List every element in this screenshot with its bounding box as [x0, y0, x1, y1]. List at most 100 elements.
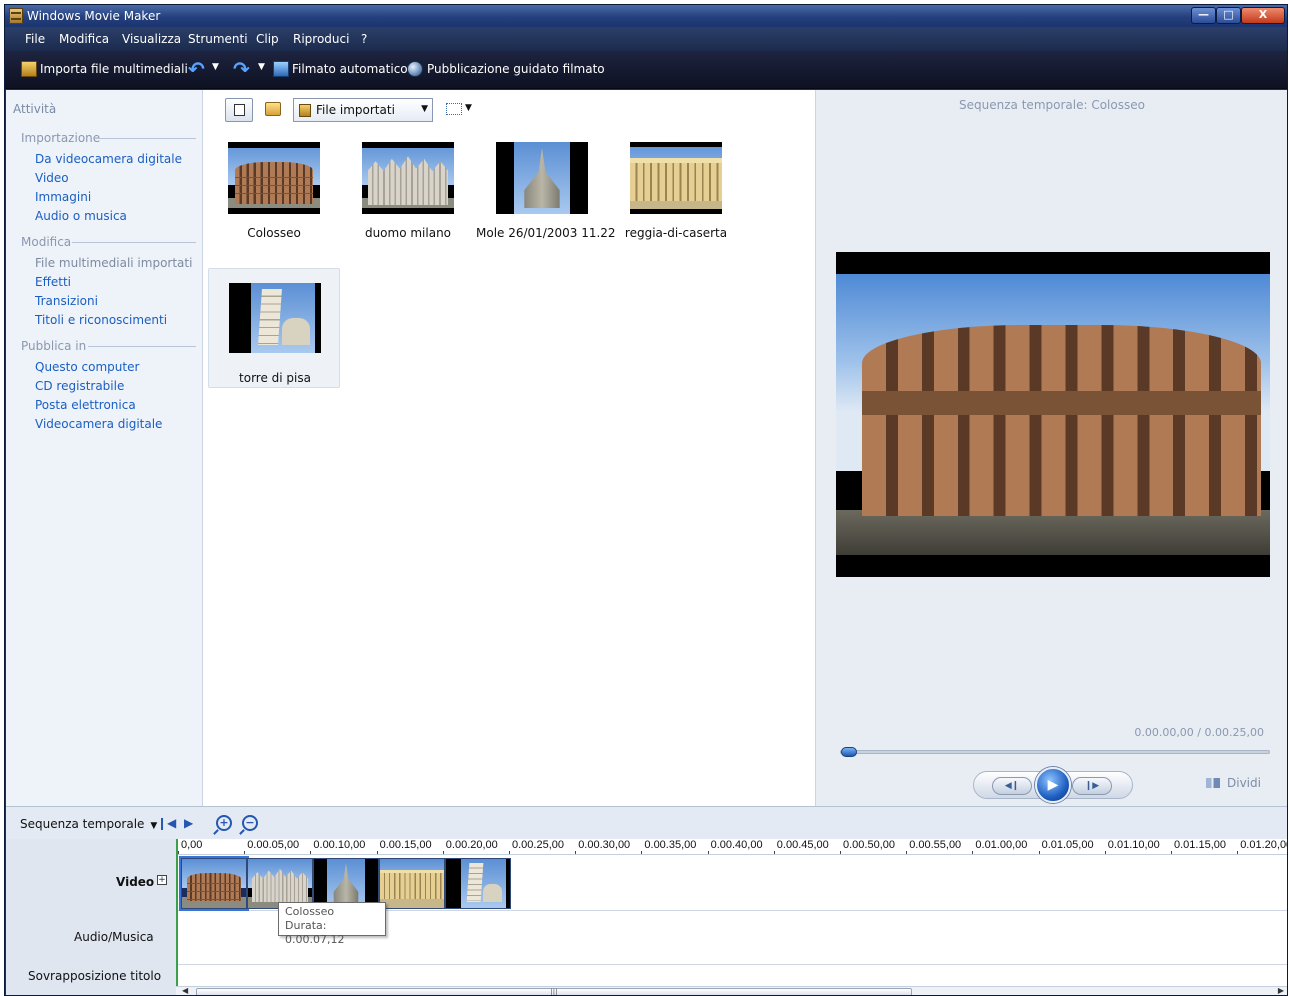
import-media-button[interactable]: Importa file multimediali — [40, 62, 188, 76]
menu-visualizza[interactable]: Visualizza — [122, 32, 181, 46]
playback-controls: ◀❙ ▶ ❙▶ — [973, 767, 1133, 803]
preview-title: Sequenza temporale: Colosseo — [959, 98, 1145, 112]
thumbnail-reggia-di-caserta — [630, 142, 722, 214]
seek-bar[interactable] — [840, 747, 1270, 757]
zoom-in-icon[interactable]: + — [216, 815, 232, 831]
ruler-tick-label: 0.00.45,00 — [773, 839, 829, 854]
preview-time-readout: 0.00.00,00 / 0.00.25,00 — [1134, 726, 1264, 739]
scroll-left-icon[interactable]: ◀ — [182, 986, 188, 995]
section-divider — [96, 138, 196, 139]
split-button[interactable]: Dividi — [1206, 776, 1261, 790]
menu-modifica[interactable]: Modifica — [59, 32, 109, 46]
task-transitions[interactable]: Transizioni — [35, 294, 98, 308]
redo-dropdown-icon[interactable]: ▼ — [258, 62, 265, 72]
ruler-tick-label: 0,00 — [178, 839, 203, 854]
preview-monitor-pane: Sequenza temporale: Colosseo 0.00.00,00 … — [815, 90, 1287, 806]
play-timeline-icon[interactable]: ▶ — [184, 816, 193, 830]
title-overlay-track[interactable] — [178, 966, 1287, 986]
task-publish-cd[interactable]: CD registrabile — [35, 379, 124, 393]
ruler-tick-label: 0.00.50,00 — [840, 839, 895, 854]
menu-help[interactable]: ? — [361, 32, 367, 46]
maximize-button[interactable]: □ — [1216, 7, 1241, 24]
automovie-button[interactable]: Filmato automatico — [292, 62, 408, 76]
menu-clip[interactable]: Clip — [256, 32, 279, 46]
split-icon — [1206, 778, 1220, 788]
task-publish-computer[interactable]: Questo computer — [35, 360, 139, 374]
collection-selector-value: File importati — [316, 103, 395, 117]
task-effects[interactable]: Effetti — [35, 275, 71, 289]
ruler-tick-label: 0.01.15,00 — [1171, 839, 1226, 854]
media-item-duomo-milano[interactable]: duomo milano — [342, 136, 474, 256]
collection-selector[interactable]: File importati ▼ — [293, 98, 433, 122]
view-options-icon[interactable] — [446, 103, 462, 115]
previous-frame-button[interactable]: ◀❙ — [992, 777, 1032, 795]
play-button[interactable]: ▶ — [1035, 767, 1071, 803]
clip-tooltip: Colosseo Durata: 0.00.07,12 — [278, 902, 386, 946]
timeline-clip-reggia-di-caserta[interactable] — [379, 858, 445, 909]
timeline-clip-torre-di-pisa[interactable] — [445, 858, 511, 909]
media-item-torre-di-pisa[interactable]: torre di pisa — [208, 268, 340, 388]
expand-track-icon[interactable]: + — [157, 875, 167, 885]
media-item-label: duomo milano — [364, 226, 452, 240]
menu-riproduci[interactable]: Riproduci — [293, 32, 349, 46]
section-import-label: Importazione — [21, 131, 101, 145]
ruler-tick-label: 0.00.05,00 — [244, 839, 300, 854]
menu-file[interactable]: File — [25, 32, 45, 46]
preview-screen[interactable] — [836, 252, 1270, 577]
scroll-right-icon[interactable]: ▶ — [1278, 986, 1284, 995]
task-pane-title: Attività — [13, 102, 57, 116]
timeline-clip-colosseo[interactable] — [179, 856, 249, 911]
preview-image — [836, 274, 1270, 555]
panel-icon — [234, 104, 245, 116]
menu-bar: File Modifica Visualizza Strumenti Clip … — [5, 27, 1287, 51]
ruler-tick-label: 0.00.55,00 — [906, 839, 962, 854]
task-imported-media[interactable]: File multimediali importati — [35, 256, 192, 270]
redo-icon[interactable]: ↷ — [233, 59, 250, 79]
task-import-video[interactable]: Video — [35, 171, 69, 185]
media-item-colosseo[interactable]: Colosseo — [208, 136, 340, 256]
minimize-button[interactable]: — — [1191, 7, 1216, 24]
ruler-tick-label: 0.00.30,00 — [575, 839, 631, 854]
task-publish-camera[interactable]: Videocamera digitale — [35, 417, 162, 431]
main-toolbar: Importa file multimediali ↶ ▼ ↷ ▼ Filmat… — [5, 51, 1287, 89]
ruler-tick-label: 0.01.00,00 — [972, 839, 1028, 854]
ruler-tick-label: 0.00.35,00 — [641, 839, 697, 854]
thumbnail-torre-di-pisa — [229, 283, 321, 353]
menu-strumenti[interactable]: Strumenti — [188, 32, 248, 46]
task-pane: Attività Importazione Da videocamera dig… — [6, 90, 202, 806]
zoom-out-icon[interactable]: − — [242, 815, 258, 831]
close-button[interactable]: X — [1241, 7, 1285, 24]
seek-bar-thumb[interactable] — [841, 747, 857, 757]
chevron-down-icon: ▼ — [421, 104, 428, 114]
collections-folder-icon[interactable] — [265, 102, 281, 116]
view-options-dropdown-icon[interactable]: ▼ — [465, 103, 472, 113]
publish-movie-button[interactable]: Pubblicazione guidato filmato — [427, 62, 605, 76]
timeline-horizontal-scrollbar[interactable]: ◀ ||| ▶ — [176, 986, 1287, 995]
ruler-tick-label: 0.00.40,00 — [707, 839, 763, 854]
next-frame-button[interactable]: ❙▶ — [1072, 777, 1112, 795]
time-ruler[interactable]: 0,00 0.00.05,00 0.00.10,00 0.00.15,00 0.00.2… — [178, 839, 1287, 855]
rewind-timeline-icon[interactable]: ❙◀ — [157, 816, 176, 830]
track-label-audio: Audio/Musica — [74, 930, 154, 944]
thumbnail-mole — [496, 142, 588, 214]
task-import-audio[interactable]: Audio o musica — [35, 209, 127, 223]
automovie-icon — [273, 61, 289, 77]
task-import-images[interactable]: Immagini — [35, 190, 91, 204]
section-publish-label: Pubblica in — [21, 339, 87, 353]
ruler-tick-label: 0.01.05,00 — [1038, 839, 1094, 854]
task-publish-email[interactable]: Posta elettronica — [35, 398, 136, 412]
timeline-mode-selector[interactable]: Sequenza temporale ▼ — [20, 817, 157, 831]
undo-dropdown-icon[interactable]: ▼ — [212, 62, 219, 72]
media-item-mole[interactable]: Mole 26/01/2003 11.22 — [476, 136, 616, 256]
scrollbar-thumb[interactable]: ||| — [196, 988, 912, 995]
media-item-label: Mole 26/01/2003 11.22 — [476, 226, 616, 240]
split-label: Dividi — [1227, 776, 1261, 790]
task-titles[interactable]: Titoli e riconoscimenti — [35, 313, 167, 327]
undo-icon[interactable]: ↶ — [188, 59, 205, 79]
task-from-camera[interactable]: Da videocamera digitale — [35, 152, 182, 166]
media-item-label: Colosseo — [247, 226, 301, 240]
tasks-toggle-button[interactable] — [225, 98, 253, 122]
media-item-label: torre di pisa — [239, 371, 311, 385]
media-item-label: reggia-di-caserta — [624, 226, 728, 240]
media-item-reggia-di-caserta[interactable]: reggia-di-caserta — [610, 136, 742, 256]
